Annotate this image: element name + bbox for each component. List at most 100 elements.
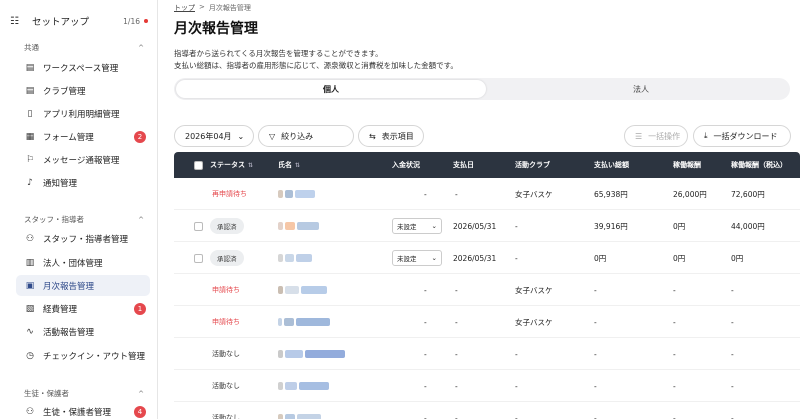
status-text: 活動なし bbox=[212, 414, 240, 419]
club-cell: 女子バスケ bbox=[515, 274, 553, 306]
table-row[interactable]: 活動なし - - - - - - bbox=[174, 370, 800, 402]
bulk-download-label: 一括ダウンロード bbox=[713, 131, 778, 141]
sidebar-item-label: ワークスペース管理 bbox=[43, 63, 119, 74]
row-checkbox[interactable] bbox=[194, 210, 203, 242]
sort-icon: ⇅ bbox=[295, 161, 301, 169]
sidebar-item-monthly-report[interactable]: ▣ 月次報告管理 bbox=[16, 275, 150, 296]
col-name[interactable]: 氏名 ⇅ bbox=[278, 152, 300, 178]
payment-status-value: 未設定 bbox=[397, 223, 417, 231]
sidebar-item-label: クラブ管理 bbox=[43, 86, 86, 97]
table-row[interactable]: 活動なし - - - - - - bbox=[174, 338, 800, 370]
fee-cell: - bbox=[673, 274, 676, 306]
name-cell[interactable] bbox=[278, 370, 329, 402]
fee-text: - bbox=[673, 285, 676, 295]
blurred-name bbox=[278, 318, 330, 326]
col-status[interactable]: ステータス ⇅ bbox=[210, 152, 253, 178]
col-fee-label: 稼働報酬 bbox=[673, 161, 701, 169]
fee-cell: - bbox=[673, 338, 676, 370]
fee-text: - bbox=[673, 413, 676, 419]
payment-status-cell: 未設定 ⌄ bbox=[392, 242, 442, 274]
chevron-down-icon: ⌄ bbox=[237, 131, 245, 141]
pay-date-text: - bbox=[455, 285, 458, 295]
payment-status-text: - bbox=[424, 189, 427, 199]
payment-status-select[interactable]: 未設定 ⌄ bbox=[392, 218, 442, 234]
setup-link[interactable]: ☷ セットアップ 1/16 bbox=[10, 10, 148, 32]
name-cell[interactable] bbox=[278, 306, 330, 338]
sidebar-item-club[interactable]: ▤ クラブ管理 bbox=[16, 80, 150, 101]
total-text: - bbox=[594, 285, 597, 295]
club-cell: - bbox=[515, 402, 518, 419]
table-row[interactable]: 活動なし - - - - - - bbox=[174, 402, 800, 419]
section-students[interactable]: 生徒・保護者 ^ bbox=[24, 388, 144, 399]
list-icon: ☰ bbox=[635, 131, 643, 141]
table-row[interactable]: 再申請待ち - - 女子バスケ 65,938円 26,000円 72,600円 bbox=[174, 178, 800, 210]
name-cell[interactable] bbox=[278, 210, 319, 242]
sidebar-item-app-usage[interactable]: ▯ アプリ利用明細管理 bbox=[16, 103, 150, 124]
col-total: 支払い総額 bbox=[594, 152, 629, 178]
tab-individual[interactable]: 個人 bbox=[176, 80, 486, 98]
fee-tax-cell: - bbox=[731, 338, 734, 370]
fee-text: 0円 bbox=[673, 221, 686, 231]
sidebar-item-label: 活動報告管理 bbox=[43, 327, 95, 338]
name-cell[interactable] bbox=[278, 402, 321, 419]
pay-date-text: 2026/05/31 bbox=[453, 221, 497, 231]
sidebar-item-corporation[interactable]: ▥ 法人・団体管理 bbox=[16, 252, 150, 273]
select-all-checkbox[interactable] bbox=[194, 152, 203, 178]
sidebar-item-notification[interactable]: ♪ 通知管理 bbox=[16, 172, 150, 193]
payment-status-text: - bbox=[424, 285, 427, 295]
columns-label: 表示項目 bbox=[381, 131, 414, 141]
fee-text: - bbox=[673, 381, 676, 391]
club-text: 女子バスケ bbox=[515, 189, 553, 199]
breadcrumb-home[interactable]: トップ bbox=[174, 3, 195, 13]
name-cell[interactable] bbox=[278, 274, 327, 306]
payment-status-select[interactable]: 未設定 ⌄ bbox=[392, 250, 442, 266]
table-header: ステータス ⇅ 氏名 ⇅ 入金状況 支払日 活動クラブ 支払い総額 稼働報酬 稼… bbox=[174, 152, 800, 178]
payment-status-text: - bbox=[424, 349, 427, 359]
fee-tax-text: - bbox=[731, 317, 734, 327]
main-content: トップ > 月次報告管理 月次報告管理 指導者から送られてくる月次報告を管理する… bbox=[158, 0, 800, 419]
name-cell[interactable] bbox=[278, 338, 345, 370]
sidebar-item-form[interactable]: ▦ フォーム管理 2 bbox=[16, 126, 150, 147]
name-cell[interactable] bbox=[278, 178, 315, 210]
sidebar-item-workspace[interactable]: ▤ ワークスペース管理 bbox=[16, 57, 150, 78]
row-checkbox[interactable] bbox=[194, 242, 203, 274]
sidebar-item-activity-report[interactable]: ∿ 活動報告管理 bbox=[16, 321, 150, 342]
name-cell[interactable] bbox=[278, 242, 312, 274]
col-fee-tax: 稼働報酬（税込） bbox=[731, 152, 787, 178]
col-name-label: 氏名 bbox=[278, 161, 292, 169]
total-text: 65,938円 bbox=[594, 189, 628, 199]
tab-corporation[interactable]: 法人 bbox=[486, 80, 796, 98]
fee-tax-cell: - bbox=[731, 402, 734, 419]
bulk-action-label: 一括操作 bbox=[648, 131, 681, 141]
blurred-name bbox=[278, 350, 345, 358]
section-staff[interactable]: スタッフ・指導者 ^ bbox=[24, 214, 144, 225]
sidebar-item-label: アプリ利用明細管理 bbox=[43, 109, 120, 120]
columns-button[interactable]: ⇆ 表示項目 bbox=[358, 125, 424, 147]
status-badge: 承認済 bbox=[210, 250, 244, 266]
sidebar-item-checkin[interactable]: ◷ チェックイン・アウト管理 bbox=[16, 345, 150, 366]
filter-button[interactable]: ▽ 絞り込み bbox=[258, 125, 354, 147]
bulk-download-button[interactable]: ⤓ 一括ダウンロード bbox=[693, 125, 791, 147]
pay-date-text: - bbox=[455, 189, 458, 199]
sidebar-item-students[interactable]: ⚇ 生徒・保護者管理 4 bbox=[16, 401, 150, 419]
blurred-name bbox=[278, 190, 315, 198]
table-row[interactable]: 承認済 未設定 ⌄ 2026/05/31 - 0円 0円 0円 bbox=[174, 242, 800, 274]
col-pay-date: 支払日 bbox=[453, 152, 474, 178]
status-text: 申請待ち bbox=[212, 286, 240, 294]
status-badge: 承認済 bbox=[210, 218, 244, 234]
bulk-action-button[interactable]: ☰ 一括操作 bbox=[624, 125, 688, 147]
pay-date-cell: - bbox=[455, 178, 458, 210]
checklist-icon: ☷ bbox=[10, 15, 19, 27]
section-common[interactable]: 共通 ^ bbox=[24, 42, 144, 53]
sidebar-item-message-report[interactable]: ⚐ メッセージ通報管理 bbox=[16, 149, 150, 170]
total-text: - bbox=[594, 349, 597, 359]
sidebar-item-expense[interactable]: ▧ 経費管理 1 bbox=[16, 298, 150, 319]
table-row[interactable]: 申請待ち - - 女子バスケ - - - bbox=[174, 306, 800, 338]
sidebar-item-label: フォーム管理 bbox=[43, 132, 94, 143]
club-cell: 女子バスケ bbox=[515, 306, 553, 338]
table-row[interactable]: 承認済 未設定 ⌄ 2026/05/31 - 39,916円 0円 44,000円 bbox=[174, 210, 800, 242]
sidebar-item-staff[interactable]: ⚇ スタッフ・指導者管理 bbox=[16, 228, 150, 249]
month-select[interactable]: 2026年04月 ⌄ bbox=[174, 125, 254, 147]
table-row[interactable]: 申請待ち - - 女子バスケ - - - bbox=[174, 274, 800, 306]
blurred-name bbox=[278, 254, 312, 262]
